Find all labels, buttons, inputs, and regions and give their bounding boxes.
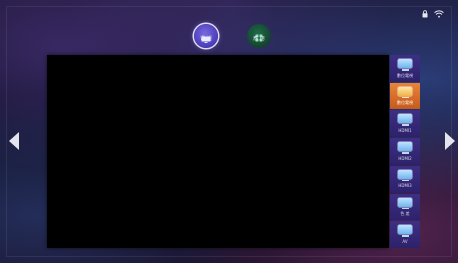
- source-label: HDMI3: [398, 183, 412, 189]
- monitor-stand: [401, 69, 409, 71]
- source-item-digital-tv-2[interactable]: 數位電視: [390, 82, 420, 110]
- tv-home-screen: 電 視 應 用 數位電視 數位電視 HDMI1 HDMI2 HDMI3 色 差 …: [0, 0, 458, 263]
- source-label: HDMI2: [398, 155, 412, 161]
- source-item-hdmi3[interactable]: HDMI3: [390, 165, 420, 193]
- tab-tv[interactable]: 電 視: [193, 24, 219, 54]
- source-label: HDMI1: [398, 127, 412, 133]
- source-label: AV: [402, 238, 408, 244]
- tab-apps-label: 應 用: [253, 36, 265, 42]
- tab-apps-circle: 應 用: [247, 24, 271, 48]
- source-label: 數位電視: [397, 72, 413, 78]
- tv-preview-window[interactable]: [47, 55, 389, 248]
- lock-icon: [422, 10, 428, 18]
- monitor-icon: [398, 86, 412, 96]
- hdmi-icon: [398, 114, 412, 124]
- hdmi-icon: [398, 169, 412, 179]
- chevron-right-icon[interactable]: [445, 132, 455, 150]
- source-list: 數位電視 數位電視 HDMI1 HDMI2 HDMI3 色 差 AV: [390, 55, 420, 249]
- tab-apps[interactable]: 應 用: [246, 24, 272, 54]
- monitor-stand: [401, 96, 409, 99]
- chevron-left-icon[interactable]: [9, 132, 19, 150]
- source-item-hdmi1[interactable]: HDMI1: [390, 110, 420, 138]
- monitor-stand: [401, 179, 409, 182]
- source-label: 數位電視: [397, 100, 413, 106]
- monitor-stand: [401, 235, 409, 237]
- hdmi-icon: [398, 142, 412, 152]
- tab-tv-circle: 電 視: [194, 24, 218, 48]
- source-item-av[interactable]: AV: [390, 221, 420, 249]
- monitor-stand: [401, 207, 409, 210]
- monitor-icon: [398, 59, 412, 68]
- monitor-stand: [401, 152, 409, 154]
- component-icon: [398, 197, 412, 207]
- status-bar: [422, 10, 444, 18]
- monitor-stand: [401, 124, 409, 126]
- source-item-hdmi2[interactable]: HDMI2: [390, 138, 420, 165]
- tab-tv-label: 電 視: [200, 36, 212, 42]
- wifi-icon: [434, 10, 444, 18]
- av-icon: [398, 225, 412, 235]
- source-item-component[interactable]: 色 差: [390, 193, 420, 221]
- source-label: 色 差: [400, 211, 410, 217]
- source-item-digital-tv-1[interactable]: 數位電視: [390, 55, 420, 82]
